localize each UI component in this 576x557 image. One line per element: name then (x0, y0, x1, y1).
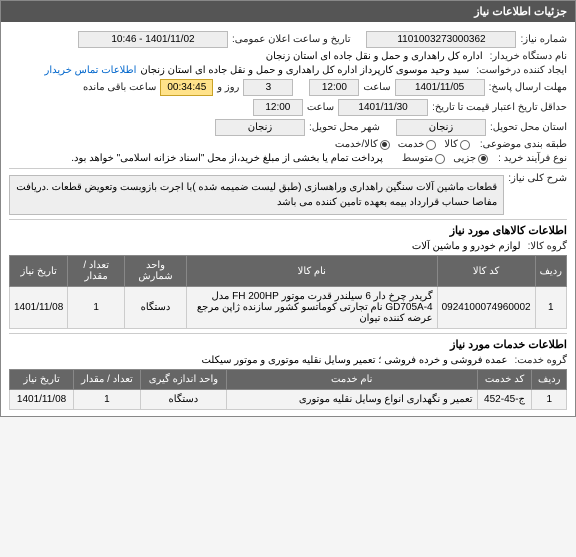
shahr-value: زنجان (215, 119, 305, 136)
cell-radif: 1 (535, 287, 566, 329)
countdown-label: ساعت باقی مانده (83, 82, 156, 93)
khadmat-group-label: گروه خدمت: (514, 355, 567, 366)
ijad-label: ایجاد کننده درخواست: (476, 65, 567, 76)
tamas-link[interactable]: اطلاعات تماس خریدار (45, 65, 137, 76)
divider (9, 168, 567, 169)
cell-code: ج-45-452 (477, 390, 532, 410)
kharidar-value: اداره کل راهداری و حمل و نقل جاده ای است… (266, 51, 483, 62)
etebar-time: 12:00 (253, 99, 303, 116)
cell-tedad: 1 (68, 287, 125, 329)
cell-tarikh: 1401/11/08 (10, 390, 74, 410)
radio-kala-khadmat[interactable] (380, 140, 390, 150)
th-name: نام کالا (186, 256, 437, 287)
kala-group-value: لوازم خودرو و ماشین آلات (412, 241, 521, 252)
cell-vahed: دستگاه (125, 287, 187, 329)
panel-header: جزئیات اطلاعات نیاز (1, 1, 575, 22)
kala-group-label: گروه کالا: (528, 241, 567, 252)
rooz-value: 3 (243, 79, 293, 96)
divider (9, 333, 567, 334)
radio-kala[interactable] (460, 140, 470, 150)
kala-section-title: اطلاعات کالاهای مورد نیاز (9, 224, 567, 237)
khadmat-group-value: عمده فروشی و خرده فروشی ؛ تعمیر وسایل نق… (201, 355, 507, 366)
th-vahed: واحد اندازه گیری (140, 370, 226, 390)
th-radif: ردیف (535, 256, 566, 287)
etebar-label: حداقل تاریخ اعتبار قیمت تا تاریخ: (432, 102, 567, 113)
mohlat-date: 1401/11/05 (395, 79, 485, 96)
countdown-value: 00:34:45 (160, 79, 213, 96)
sharh-label: شرح کلی نیاز: (508, 173, 567, 184)
ijad-value: سید وحید موسوی کارپرداز اداره کل راهداری… (140, 65, 469, 76)
th-code: کد خدمت (477, 370, 532, 390)
saat-label-1: ساعت (363, 82, 390, 93)
kharidar-label: نام دستگاه خریدار: (490, 51, 567, 62)
tarikh-elan-value: 1401/11/02 - 10:46 (78, 31, 228, 48)
khadmat-table: ردیف کد خدمت نام خدمت واحد اندازه گیری ت… (9, 369, 567, 410)
mohlat-time: 12:00 (309, 79, 359, 96)
ostan-label: استان محل تحویل: (490, 122, 567, 133)
cell-name: گریدر چرخ دار 6 سیلندر قدرت موتور FH 200… (186, 287, 437, 329)
sharh-value: قطعات ماشین آلات سنگین راهداری وراهسازی … (9, 175, 504, 215)
shomare-niaz-value: 1101003273000362 (366, 31, 516, 48)
radio-motevasset-label: متوسط (402, 153, 433, 164)
khadmat-section-title: اطلاعات خدمات مورد نیاز (9, 338, 567, 351)
tarikh-elan-label: تاریخ و ساعت اعلان عمومی: (232, 34, 351, 45)
farayand-label: نوع فرآیند خرید : (498, 153, 567, 164)
tabaghe-radio-group: کالا خدمت کالا/خدمت (335, 139, 470, 150)
table-row: 1 0924100074960002 گریدر چرخ دار 6 سیلند… (10, 287, 567, 329)
mohlat-label: مهلت ارسال پاسخ: (489, 82, 567, 93)
shomare-niaz-label: شماره نیاز: (520, 34, 567, 45)
th-tarikh: تاریخ نیاز (10, 256, 68, 287)
radio-jozi-label: جزیی (453, 153, 476, 164)
rooz-label: روز و (217, 82, 239, 93)
cell-tarikh: 1401/11/08 (10, 287, 68, 329)
payment-note: پرداخت تمام یا بخشی از مبلغ خرید،از محل … (71, 153, 383, 164)
radio-kala-khadmat-label: کالا/خدمت (335, 139, 378, 150)
th-tarikh: تاریخ نیاز (10, 370, 74, 390)
shahr-label: شهر محل تحویل: (309, 122, 380, 133)
cell-tedad: 1 (74, 390, 141, 410)
radio-kala-label: کالا (444, 139, 458, 150)
etebar-date: 1401/11/30 (338, 99, 428, 116)
saat-label-2: ساعت (307, 102, 334, 113)
table-row: 1 ج-45-452 تعمیر و نگهداری انواع وسایل ن… (10, 390, 567, 410)
th-tedad: تعداد / مقدار (74, 370, 141, 390)
radio-khadmat[interactable] (426, 140, 436, 150)
radio-khadmat-label: خدمت (398, 139, 425, 150)
th-tedad: تعداد / مقدار (68, 256, 125, 287)
kala-table: ردیف کد کالا نام کالا واحد شمارش تعداد /… (9, 255, 567, 329)
tabaghe-label: طبقه بندی موضوعی: (480, 139, 567, 150)
th-code: کد کالا (437, 256, 535, 287)
farayand-radio-group: جزیی متوسط (402, 153, 488, 164)
th-radif: ردیف (532, 370, 567, 390)
cell-radif: 1 (532, 390, 567, 410)
cell-code: 0924100074960002 (437, 287, 535, 329)
radio-jozi[interactable] (478, 154, 488, 164)
divider (9, 219, 567, 220)
cell-vahed: دستگاه (140, 390, 226, 410)
cell-name: تعمیر و نگهداری انواع وسایل نقلیه موتوری (226, 390, 477, 410)
radio-motevasset[interactable] (435, 154, 445, 164)
th-vahed: واحد شمارش (125, 256, 187, 287)
ostan-value: زنجان (396, 119, 486, 136)
th-name: نام خدمت (226, 370, 477, 390)
